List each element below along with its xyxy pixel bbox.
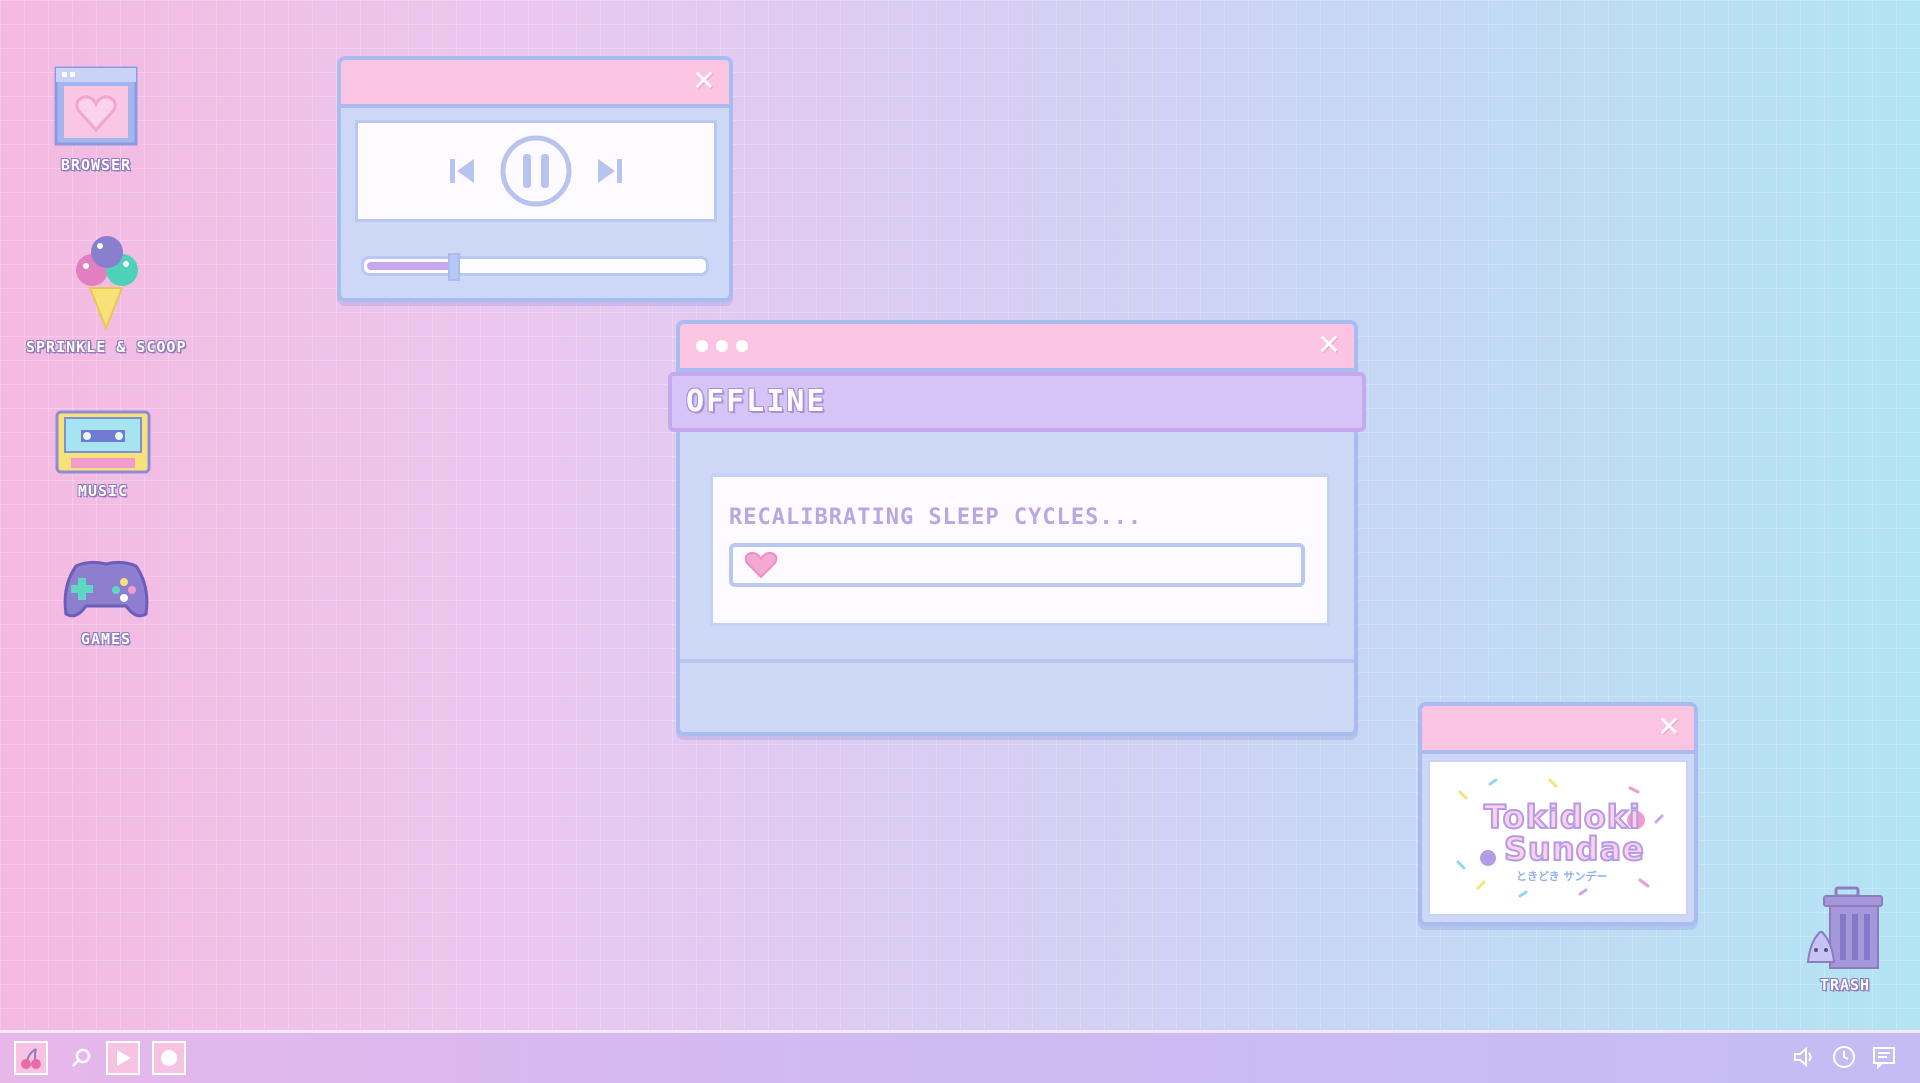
- window-dot: [696, 340, 708, 352]
- offline-dialog: ✕ OFFLINE RECALIBRATING SLEEP CYCLES...: [668, 320, 1366, 736]
- close-icon[interactable]: ✕: [691, 67, 717, 95]
- seek-bar[interactable]: [361, 253, 709, 281]
- desktop-icon-label: MUSIC: [77, 482, 129, 500]
- close-icon[interactable]: ✕: [1316, 331, 1342, 359]
- chat-icon[interactable]: [1872, 1045, 1896, 1073]
- clock-icon[interactable]: [1832, 1045, 1856, 1073]
- desktop-icon-label: SPRINKLE & SCOOP: [26, 338, 187, 356]
- taskbar: [0, 1030, 1920, 1083]
- sticker-titlebar[interactable]: ✕: [1422, 706, 1694, 754]
- window-dots: [696, 340, 748, 352]
- browser-heart-icon: [54, 66, 138, 146]
- seek-bar-handle[interactable]: [448, 253, 460, 281]
- desktop-icon-trash[interactable]: TRASH: [1800, 882, 1890, 994]
- record-icon[interactable]: [152, 1041, 186, 1075]
- trash-can-icon: [1806, 886, 1883, 969]
- logo-subtitle: ときどき サンデー: [1516, 870, 1608, 883]
- heart-icon: [744, 551, 778, 579]
- dialog-titlebar[interactable]: ✕: [680, 324, 1354, 372]
- volume-icon[interactable]: [1792, 1045, 1816, 1073]
- status-message: RECALIBRATING SLEEP CYCLES...: [729, 505, 1143, 530]
- desktop-icon-label: BROWSER: [60, 156, 132, 174]
- skip-forward-icon[interactable]: [595, 156, 625, 186]
- media-player-window: ✕: [337, 56, 733, 302]
- desktop-icon-music[interactable]: MUSIC: [55, 410, 151, 500]
- dialog-title: OFFLINE: [686, 384, 827, 419]
- cassette-icon: [55, 410, 151, 474]
- ice-cream-icon: [76, 236, 139, 330]
- seek-bar-fill: [367, 262, 451, 270]
- logo-line-2: Sundae: [1503, 829, 1645, 869]
- desktop-icon-label: GAMES: [80, 630, 132, 648]
- window-dot: [736, 340, 748, 352]
- trash-label: TRASH: [1819, 976, 1871, 994]
- dialog-divider: [680, 659, 1354, 663]
- gamepad-icon: [63, 560, 149, 618]
- close-icon[interactable]: ✕: [1656, 713, 1682, 741]
- desktop-icon-browser[interactable]: BROWSER: [52, 64, 140, 174]
- desktop-icon-games[interactable]: GAMES: [60, 556, 152, 648]
- window-dot: [716, 340, 728, 352]
- message-panel: RECALIBRATING SLEEP CYCLES...: [710, 474, 1330, 626]
- desktop-icon-sprinkle-scoop[interactable]: SPRINKLE & SCOOP: [26, 232, 187, 356]
- pause-icon[interactable]: [499, 134, 573, 208]
- cherry-icon[interactable]: [14, 1041, 48, 1075]
- search-icon[interactable]: [64, 1041, 98, 1075]
- progress-bar: [729, 543, 1305, 587]
- player-controls: [355, 120, 717, 222]
- player-titlebar[interactable]: ✕: [341, 60, 729, 108]
- play-icon[interactable]: [106, 1041, 140, 1075]
- sticker-window: ✕ Tokidoki Sundae ときどき サンデー: [1418, 702, 1698, 926]
- dialog-header: OFFLINE: [668, 372, 1366, 432]
- tokidoki-sundae-logo: Tokidoki Sundae ときどき サンデー: [1428, 760, 1688, 916]
- skip-back-icon[interactable]: [447, 156, 477, 186]
